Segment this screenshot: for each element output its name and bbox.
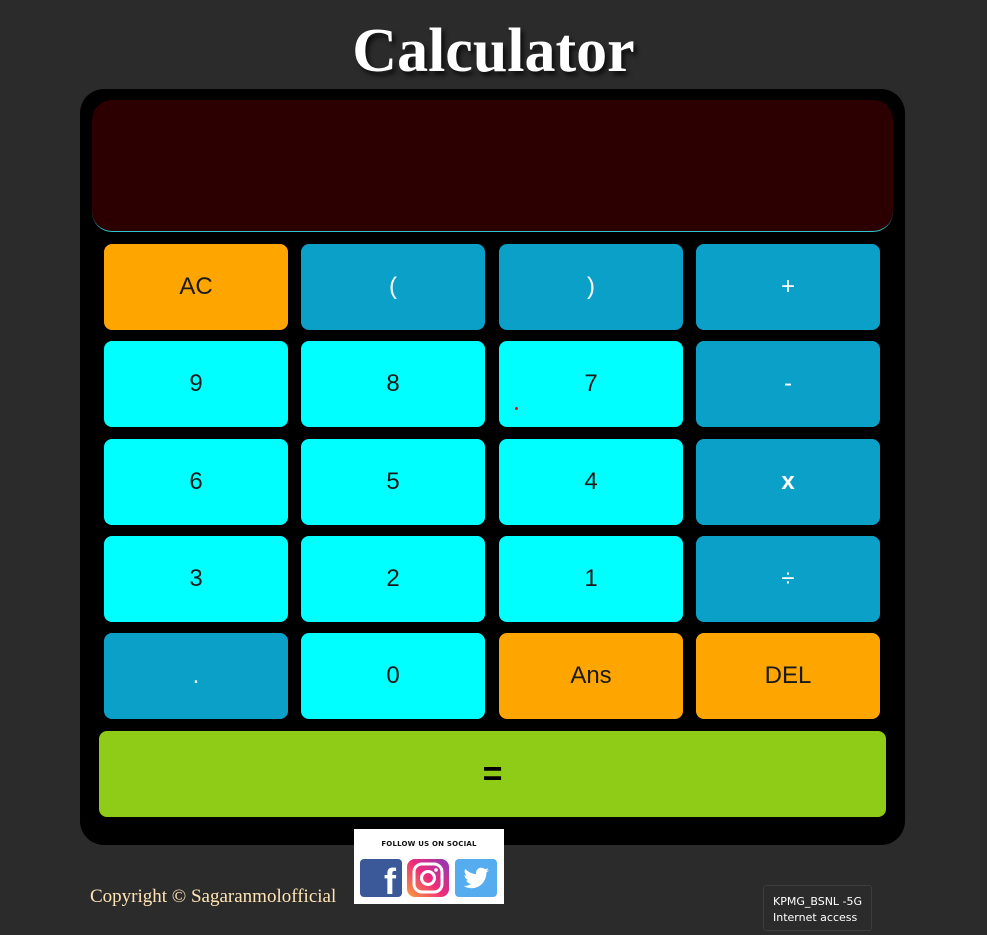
network-name: KPMG_BSNL -5G — [773, 895, 863, 908]
add-button[interactable]: + — [696, 244, 880, 330]
svg-text:f: f — [384, 861, 397, 897]
delete-button[interactable]: DEL — [696, 633, 880, 719]
subtract-button[interactable]: - — [696, 341, 880, 427]
digit-8-button[interactable]: 8 — [301, 341, 485, 427]
multiply-button[interactable]: x — [696, 439, 880, 525]
digit-5-button[interactable]: 5 — [301, 439, 485, 525]
instagram-icon[interactable] — [407, 859, 449, 897]
digit-3-button[interactable]: 3 — [104, 536, 288, 622]
twitter-icon[interactable] — [455, 859, 497, 897]
digit-4-button[interactable]: 4 — [499, 439, 683, 525]
equals-button[interactable]: = — [99, 731, 886, 817]
open-paren-button[interactable]: ( — [301, 244, 485, 330]
facebook-icon[interactable]: f — [360, 859, 402, 902]
digit-9-button[interactable]: 9 — [104, 341, 288, 427]
digit-6-button[interactable]: 6 — [104, 439, 288, 525]
social-caption: FOLLOW US ON SOCIAL — [381, 840, 477, 848]
digit-0-button[interactable]: 0 — [301, 633, 485, 719]
close-paren-button[interactable]: ) — [499, 244, 683, 330]
digit-1-button[interactable]: 1 — [499, 536, 683, 622]
digit-7-button[interactable]: 7 — [499, 341, 683, 427]
ans-button[interactable]: Ans — [499, 633, 683, 719]
divide-button[interactable]: ÷ — [696, 536, 880, 622]
calculator-display — [92, 100, 893, 232]
network-tooltip: KPMG_BSNL -5G Internet access — [763, 885, 872, 931]
social-banner: FOLLOW US ON SOCIAL f — [354, 829, 504, 904]
calculator-body: AC() +9 8 7- 6 5 4 x 3 2 1 ÷. 0 Ans DEL = — [80, 89, 905, 845]
cursor-dot — [515, 407, 518, 410]
network-status: Internet access — [773, 911, 858, 924]
decimal-button[interactable]: . — [104, 633, 288, 719]
copyright-text: Copyright © Sagaranmolofficial — [90, 886, 337, 907]
page-title: Calculator — [352, 17, 635, 85]
digit-2-button[interactable]: 2 — [301, 536, 485, 622]
ac-button[interactable]: AC — [104, 244, 288, 330]
